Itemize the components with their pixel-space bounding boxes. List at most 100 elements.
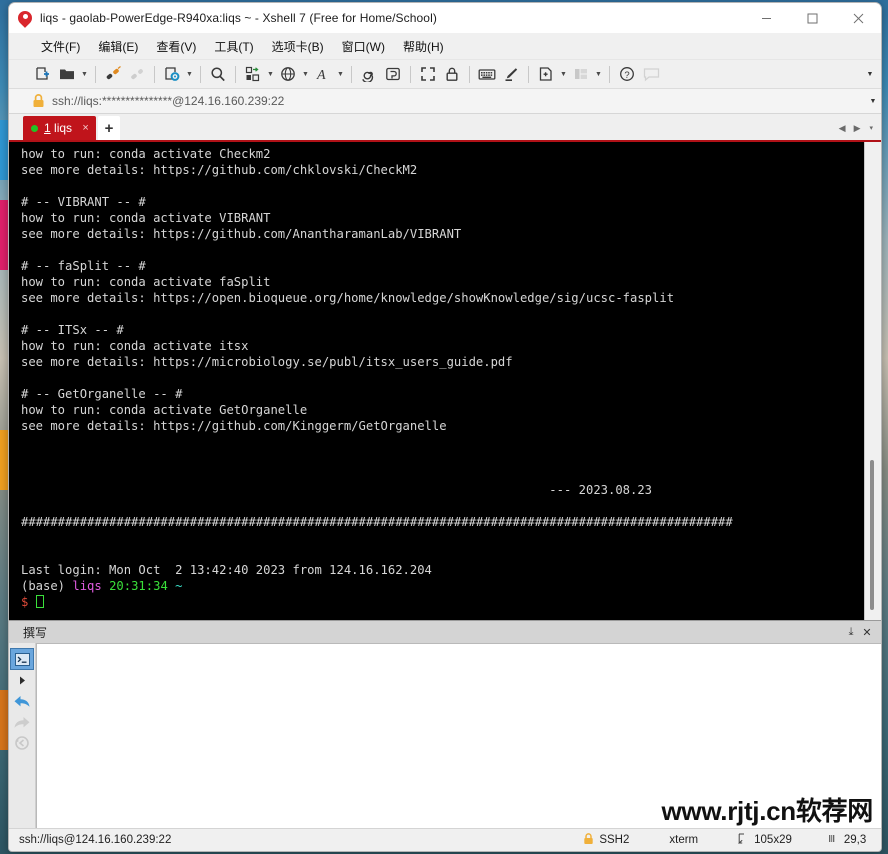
terminal-text: see more details: https://open.bioqueue.… [21,291,674,305]
terminal-line: see more details: https://microbiology.s… [21,354,864,370]
record-icon[interactable] [381,63,405,85]
terminal-line [21,546,864,562]
terminal-text: # -- VIBRANT -- # [21,195,146,209]
toolbar-separator [235,66,236,83]
terminal-output[interactable]: how to run: conda activate Checkm2 see mo… [9,142,864,620]
log-spiral-icon[interactable] [357,63,381,85]
session-properties-dropdown-icon[interactable]: ▼ [184,63,195,85]
terminal-line: # -- VIBRANT -- # [21,194,864,210]
terminal-line [21,370,864,386]
terminal-line: # -- GetOrganelle -- # [21,386,864,402]
compose-send-arrow-icon[interactable] [11,670,33,690]
terminal-line [21,306,864,322]
compose-input[interactable]: www.rjtj.cn软荐网 [36,643,881,828]
terminal-text: 20:31:34 [109,579,168,593]
compose-terminal-icon[interactable] [11,649,33,669]
terminal-text: ########################################… [21,515,733,529]
file-transfer-icon[interactable] [241,63,265,85]
terminal-cursor [36,595,44,608]
tab-list-icon[interactable]: ▾ [864,124,877,132]
pin-icon[interactable]: ⤓ [843,626,859,639]
terminal-text: ~ [175,579,182,593]
terminal-line: (base) liqs 20:31:34 ~ [21,578,864,594]
title-bar: liqs - gaolab-PowerEdge-R940xa:liqs ~ - … [9,3,881,33]
terminal-scrollbar-thumb[interactable] [870,460,874,610]
compose-panel-tools: ⤓ ✕ [843,626,881,639]
menu-window[interactable]: 窗口(W) [334,35,393,58]
menu-tools[interactable]: 工具(T) [206,35,261,58]
terminal-scrollbar[interactable] [864,142,881,620]
open-folder-icon[interactable] [55,63,79,85]
toolbar-separator [351,66,352,83]
terminal-line: how to run: conda activate GetOrganelle [21,402,864,418]
web-browser-dropdown-icon[interactable]: ▼ [300,63,311,85]
menu-tabs[interactable]: 选项卡(B) [264,35,332,58]
terminal-line: see more details: https://github.com/Kin… [21,418,864,434]
terminal-line: how to run: conda activate Checkm2 [21,146,864,162]
toolbar-overflow-icon[interactable]: ▼ [863,63,877,85]
address-input[interactable]: ssh://liqs:***************@124.16.160.23… [52,94,865,108]
address-bar[interactable]: ssh://liqs:***************@124.16.160.23… [9,89,881,114]
terminal-line [21,178,864,194]
menu-help[interactable]: 帮助(H) [395,35,452,58]
terminal-text: how to run: conda activate VIBRANT [21,211,270,225]
terminal-text: how to run: conda activate GetOrganelle [21,403,307,417]
terminal-text [102,579,109,593]
session-properties-icon[interactable] [160,63,184,85]
new-tab-button[interactable]: + [98,116,120,140]
lock-icon [31,93,46,109]
new-session-icon[interactable] [31,63,55,85]
layout-dropdown-icon[interactable]: ▼ [593,63,604,85]
open-folder-dropdown-icon[interactable]: ▼ [79,63,90,85]
fullscreen-icon[interactable] [416,63,440,85]
new-file-icon[interactable] [534,63,558,85]
help-icon[interactable]: ? [615,63,639,85]
font-icon[interactable]: A [311,63,335,85]
svg-text:?: ? [624,70,629,81]
new-file-dropdown-icon[interactable]: ▼ [558,63,569,85]
lock-icon[interactable] [440,63,464,85]
window-title: liqs - gaolab-PowerEdge-R940xa:liqs ~ - … [40,11,437,25]
menu-bar: 文件(F) 编辑(E) 查看(V) 工具(T) 选项卡(B) 窗口(W) 帮助(… [9,33,881,60]
status-url: ssh://liqs@124.16.160.239:22 [19,834,171,846]
comment-icon [639,63,663,85]
terminal-line: how to run: conda activate faSplit [21,274,864,290]
close-button[interactable] [835,3,881,33]
disconnect-plug-icon [125,63,149,85]
cursor-position-icon [828,833,839,847]
terminal-text: how to run: conda activate Checkm2 [21,147,270,161]
toolbar-separator [469,66,470,83]
terminal-line: Last login: Mon Oct 2 13:42:40 2023 from… [21,562,864,578]
status-dimensions: 105x29 [738,833,792,847]
toolbar: ▼ ▼ [9,60,881,89]
tab-prev-icon[interactable]: ◀ [835,123,850,134]
tab-liqs[interactable]: 1 liqs × [23,116,96,140]
file-transfer-dropdown-icon[interactable]: ▼ [265,63,276,85]
font-dropdown-icon[interactable]: ▼ [335,63,346,85]
toolbar-separator [154,66,155,83]
menu-file[interactable]: 文件(F) [33,35,88,58]
terminal-text: Last login: Mon Oct 2 13:42:40 2023 from… [21,563,432,577]
compose-reply-icon[interactable] [11,691,33,711]
maximize-button[interactable] [789,3,835,33]
connect-plug-icon[interactable] [101,63,125,85]
status-dimensions-label: 105x29 [754,834,792,846]
terminal-text: # -- faSplit -- # [21,259,146,273]
minimize-button[interactable] [743,3,789,33]
layout-icon [569,63,593,85]
web-browser-icon[interactable] [276,63,300,85]
menu-view[interactable]: 查看(V) [148,35,204,58]
resize-icon [738,833,749,847]
tab-close-icon[interactable]: × [79,122,92,134]
status-terminal-type: xterm [669,834,698,846]
keyboard-icon[interactable] [475,63,499,85]
chevron-down-icon[interactable]: ▼ [865,90,881,112]
menu-edit[interactable]: 编辑(E) [90,35,146,58]
search-icon[interactable] [206,63,230,85]
tab-title: liqs [51,121,72,135]
highlight-pen-icon[interactable] [499,63,523,85]
svg-text:A: A [316,68,326,82]
close-icon[interactable]: ✕ [859,626,875,639]
tab-next-icon[interactable]: ▶ [850,123,865,134]
terminal-line [21,434,864,450]
